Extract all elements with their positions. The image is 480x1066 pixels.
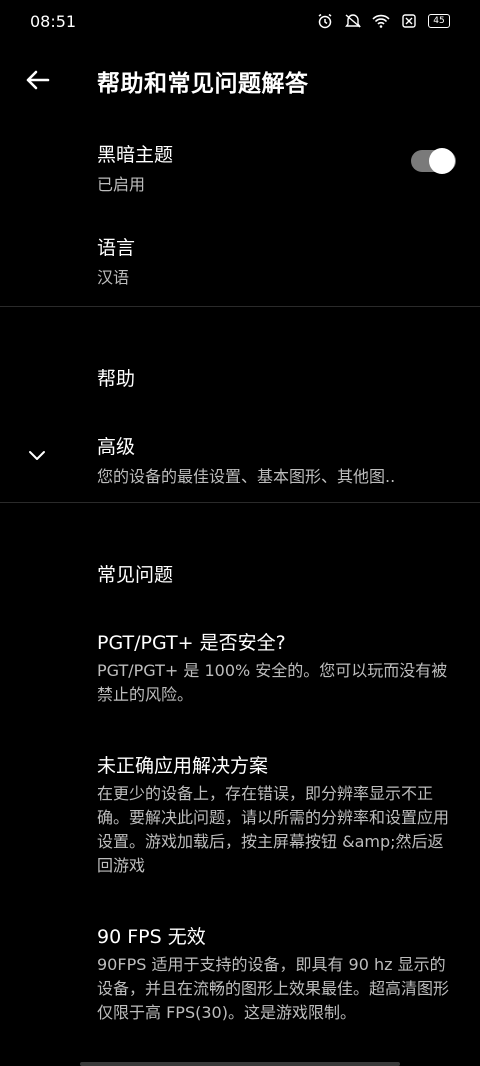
- faq-item[interactable]: 未正确应用解决方案 在更少的设备上，存在错误，即分辨率显示不正确。要解决此问题，…: [97, 751, 459, 878]
- setting-help[interactable]: 帮助: [97, 364, 135, 391]
- faq-answer: 90FPS 适用于支持的设备，即具有 90 hz 显示的设备，并且在流畅的图形上…: [97, 955, 450, 1022]
- page-title: 帮助和常见问题解答: [97, 71, 309, 97]
- setting-advanced[interactable]: 高级 您的设备的最佳设置、基本图形、其他图..: [97, 432, 467, 488]
- setting-language[interactable]: 语言 汉语: [97, 233, 135, 289]
- faq-heading: 常见问题: [97, 560, 173, 587]
- dark-theme-value: 已启用: [97, 175, 146, 194]
- dark-theme-title: 黑暗主题: [97, 144, 174, 166]
- wifi-icon: [372, 12, 390, 30]
- language-title: 语言: [97, 237, 136, 259]
- faq-answer: PGT/PGT+ 是 100% 安全的。您可以玩而没有被禁止的风险。: [97, 661, 448, 704]
- status-time: 08:51: [30, 12, 77, 31]
- home-indicator[interactable]: [80, 1062, 400, 1066]
- advanced-subtitle: 您的设备的最佳设置、基本图形、其他图..: [97, 467, 396, 486]
- help-title: 帮助: [97, 368, 136, 390]
- mute-icon: [344, 12, 362, 30]
- divider: [0, 306, 480, 307]
- status-bar: 08:51 45: [0, 0, 480, 44]
- toggle-knob: [429, 148, 455, 174]
- app-bar: 帮助和常见问题解答: [0, 56, 480, 106]
- faq-item[interactable]: PGT/PGT+ 是否安全? PGT/PGT+ 是 100% 安全的。您可以玩而…: [97, 628, 459, 707]
- sim-off-icon: [400, 12, 418, 30]
- divider: [0, 502, 480, 503]
- battery-indicator: 45: [428, 14, 450, 28]
- faq-question: PGT/PGT+ 是否安全?: [97, 632, 286, 654]
- faq-question: 90 FPS 无效: [97, 926, 206, 948]
- advanced-title: 高级: [97, 436, 136, 458]
- language-value: 汉语: [97, 268, 130, 287]
- status-icons: 45: [316, 12, 450, 30]
- alarm-icon: [316, 12, 334, 30]
- back-arrow-icon[interactable]: [22, 64, 54, 96]
- setting-dark-theme[interactable]: 黑暗主题 已启用: [97, 140, 173, 196]
- faq-heading-text: 常见问题: [97, 564, 174, 586]
- dark-theme-toggle[interactable]: [411, 148, 456, 174]
- chevron-down-icon[interactable]: [27, 445, 47, 465]
- faq-item[interactable]: 90 FPS 无效 90FPS 适用于支持的设备，即具有 90 hz 显示的设备…: [97, 922, 459, 1025]
- faq-answer: 在更少的设备上，存在错误，即分辨率显示不正确。要解决此问题，请以所需的分辨率和设…: [97, 784, 450, 875]
- faq-question: 未正确应用解决方案: [97, 755, 269, 777]
